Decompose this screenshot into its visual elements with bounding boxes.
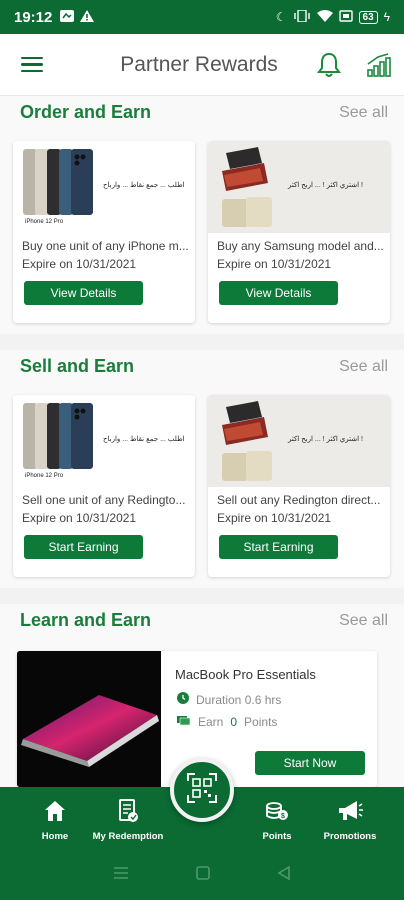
offer-title: Buy one unit of any iPhone m... — [22, 239, 189, 253]
macbook-course-image — [17, 651, 161, 787]
start-earning-button[interactable]: Start Earning — [219, 535, 338, 559]
clock-icon — [177, 692, 189, 707]
moon-icon: ☾ — [275, 10, 287, 24]
offer-card[interactable]: اشتري اكثر ! ... اربح اكثر ! Buy any Sam… — [208, 141, 390, 323]
warning-icon — [80, 9, 95, 26]
section-title: Sell and Earn — [20, 356, 135, 376]
home-system-icon[interactable] — [196, 866, 210, 885]
offer-expiry: Expire on 10/31/2021 — [217, 511, 332, 525]
qr-scan-button[interactable] — [170, 758, 234, 822]
see-all-link[interactable]: See all — [339, 104, 388, 122]
home-icon — [28, 797, 82, 825]
sell-and-earn-section: Sell and Earn See all اطلب ... جمع نقاط … — [0, 350, 404, 588]
coins-icon: $ — [250, 797, 304, 825]
section-title: Order and Earn — [20, 102, 152, 122]
start-earning-button[interactable]: Start Earning — [24, 535, 143, 559]
section-title: Learn and Earn — [20, 610, 152, 630]
back-icon[interactable] — [277, 865, 291, 885]
offer-title: Sell out any Redington direct... — [217, 493, 381, 507]
earn-points-value: 0 — [230, 714, 238, 729]
money-icon — [177, 714, 191, 729]
offer-card[interactable]: اطلب ... جمع نقاط ... وارباح iPhone 12 P… — [13, 395, 195, 577]
see-all-link[interactable]: See all — [339, 358, 388, 376]
recents-icon[interactable] — [113, 866, 129, 885]
charging-icon: ϟ — [383, 10, 390, 24]
qr-scan-icon — [187, 772, 217, 808]
offer-expiry: Expire on 10/31/2021 — [217, 257, 332, 271]
promo-arabic-text: اشتري اكثر ! ... اربح اكثر ! — [288, 436, 363, 443]
course-title: MacBook Pro Essentials — [175, 667, 316, 682]
nav-label: Promotions — [323, 831, 377, 842]
nav-label: Home — [41, 831, 69, 842]
samsung-promo-image: اشتري اكثر ! ... اربح اكثر ! — [208, 141, 390, 233]
bell-icon[interactable] — [304, 34, 354, 96]
offer-title: Buy any Samsung model and... — [217, 239, 384, 253]
status-bar: 19:12 ☾ 63 ϟ — [0, 0, 404, 34]
iphone-promo-image: اطلب ... جمع نقاط ... وارباح iPhone 12 P… — [13, 141, 195, 233]
see-all-link[interactable]: See all — [339, 612, 388, 630]
wifi-icon — [316, 9, 333, 25]
start-now-button[interactable]: Start Now — [255, 751, 365, 775]
offer-card[interactable]: اشتري اكثر ! ... اربح اكثر ! Sell out an… — [208, 395, 390, 577]
chart-icon[interactable] — [354, 34, 404, 96]
course-duration: Duration 0.6 hrs — [196, 692, 282, 707]
samsung-promo-image: اشتري اكثر ! ... اربح اكثر ! — [208, 395, 390, 487]
cloud-icon — [60, 9, 75, 26]
course-points-row: Earn 0 Points — [177, 714, 277, 729]
view-details-button[interactable]: View Details — [219, 281, 338, 305]
receipt-icon — [88, 797, 168, 825]
nav-label: Points — [262, 831, 292, 842]
course-duration-row: Duration 0.6 hrs — [177, 692, 281, 707]
page-title: Partner Rewards — [120, 52, 278, 76]
promo-caption: iPhone 12 Pro — [25, 473, 64, 479]
offer-expiry: Expire on 10/31/2021 — [22, 511, 137, 525]
hamburger-menu-icon[interactable] — [0, 34, 64, 96]
offer-expiry: Expire on 10/31/2021 — [22, 257, 137, 271]
app-bar: Partner Rewards — [0, 34, 404, 96]
nav-promotions[interactable]: Promotions — [318, 797, 382, 842]
points-label: Points — [244, 714, 278, 729]
battery-level: 63 — [358, 10, 378, 24]
nav-my-redemption[interactable]: My Redemption — [88, 797, 168, 842]
promo-caption: iPhone 12 Pro — [25, 219, 64, 225]
sim-icon — [338, 9, 353, 25]
promo-arabic-text: اطلب ... جمع نقاط ... وارباح — [103, 182, 185, 189]
svg-text:$: $ — [281, 813, 285, 820]
promo-arabic-text: اطلب ... جمع نقاط ... وارباح — [103, 436, 185, 443]
vibrate-icon — [293, 8, 311, 25]
system-navigation-bar — [0, 851, 404, 900]
offer-card[interactable]: اطلب ... جمع نقاط ... وارباح iPhone 12 P… — [13, 141, 195, 323]
order-and-earn-section: Order and Earn See all اطلب ... جمع نقاط… — [0, 96, 404, 334]
earn-label: Earn — [198, 714, 224, 729]
view-details-button[interactable]: View Details — [24, 281, 143, 305]
megaphone-icon — [318, 797, 382, 825]
iphone-promo-image: اطلب ... جمع نقاط ... وارباح iPhone 12 P… — [13, 395, 195, 487]
status-time: 19:12 — [14, 8, 53, 26]
nav-label: My Redemption — [92, 831, 164, 842]
nav-home[interactable]: Home — [28, 797, 82, 842]
promo-arabic-text: اشتري اكثر ! ... اربح اكثر ! — [288, 182, 363, 189]
offer-title: Sell one unit of any Redingto... — [22, 493, 186, 507]
nav-points[interactable]: $ Points — [250, 797, 304, 842]
